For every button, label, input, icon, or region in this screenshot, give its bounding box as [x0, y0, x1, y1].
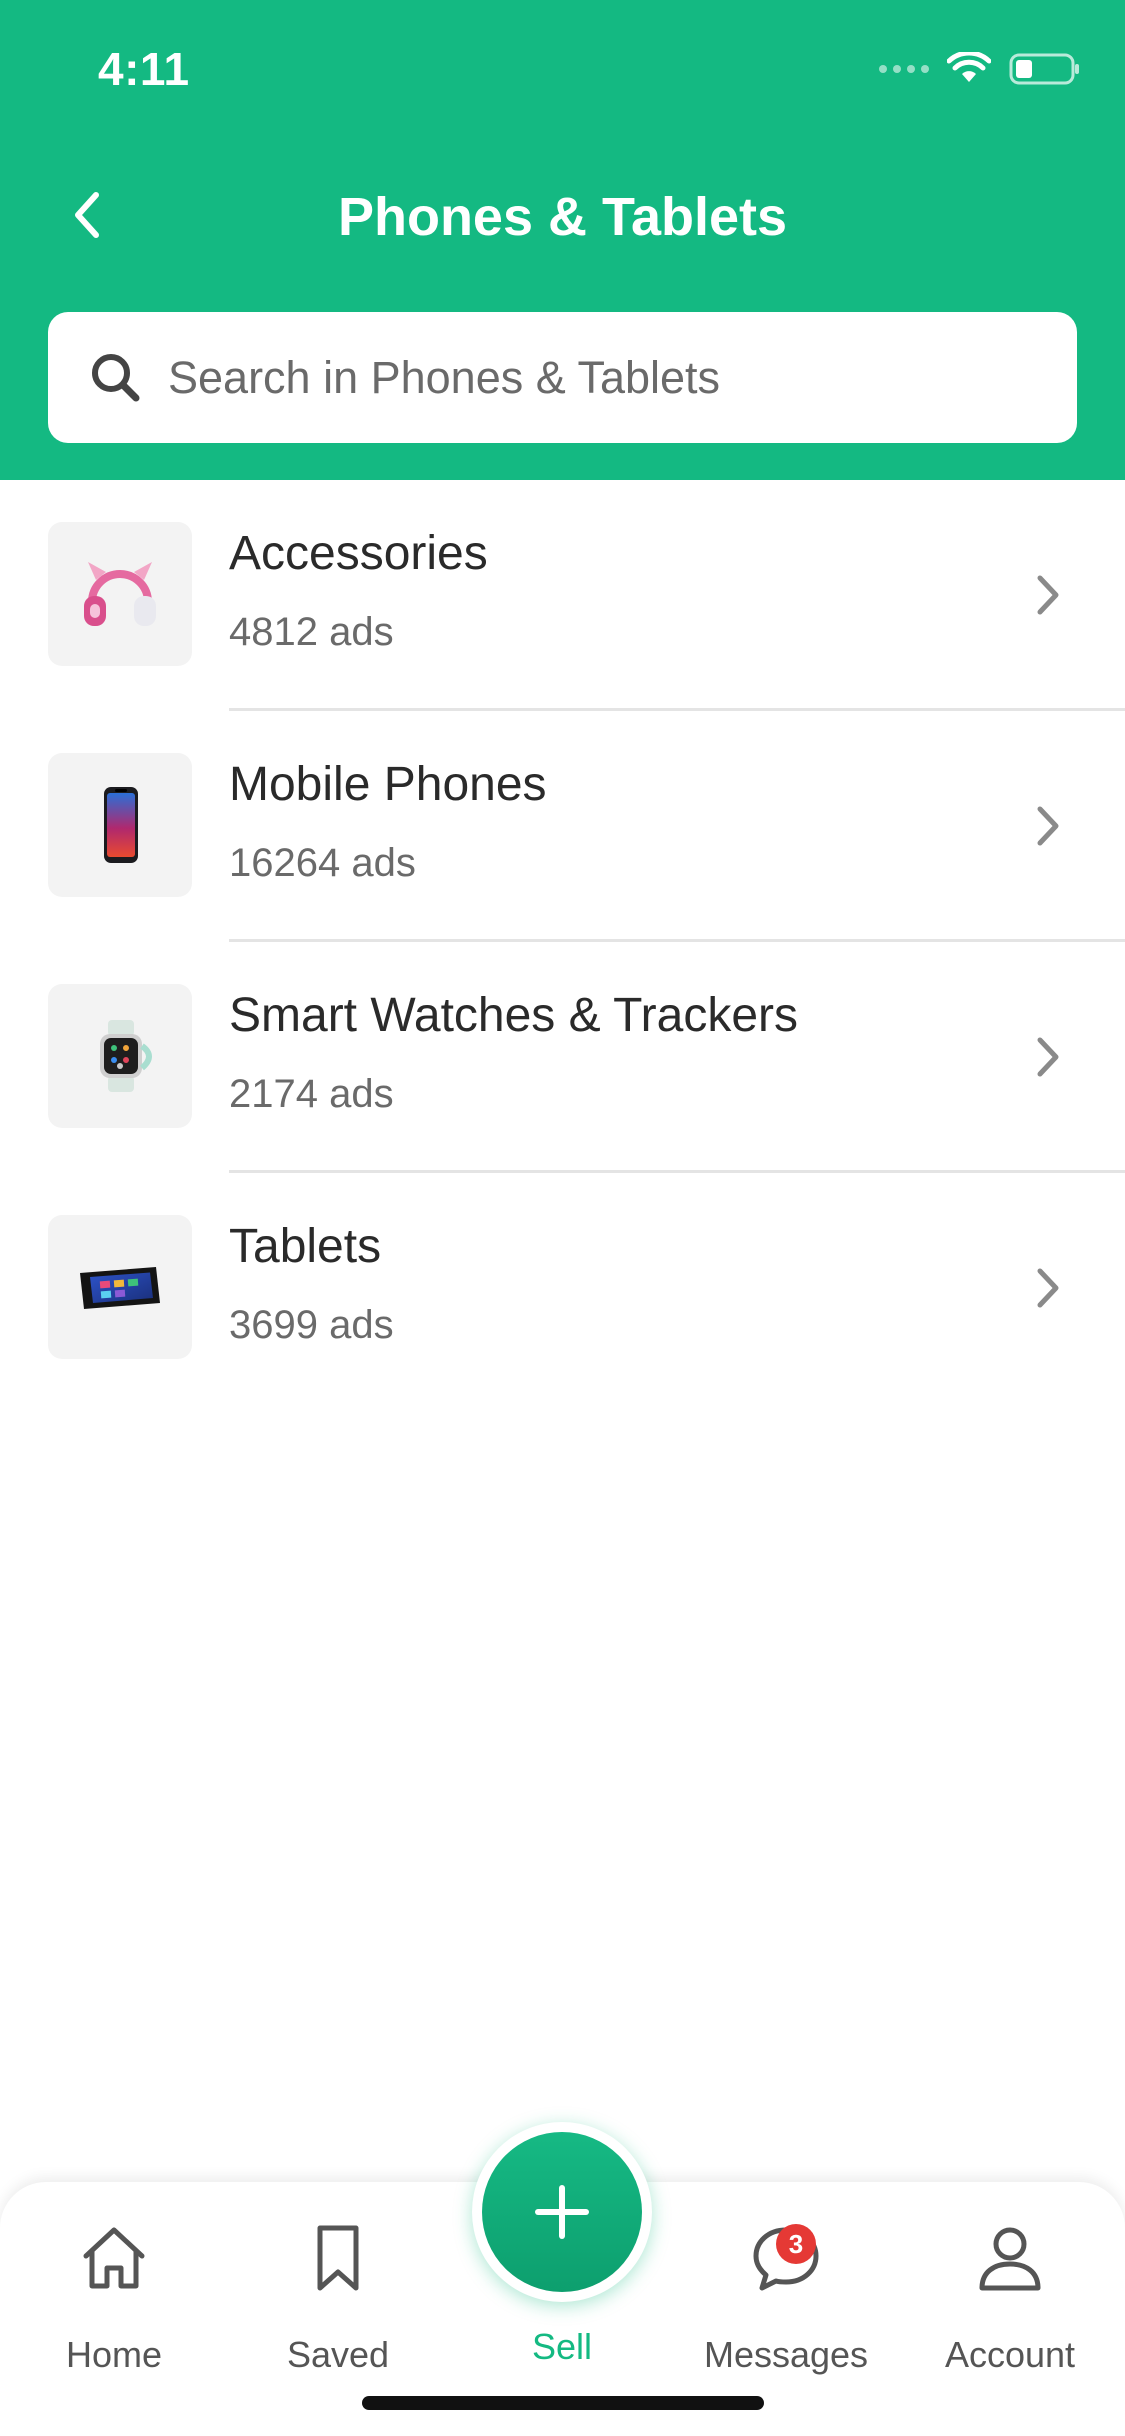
category-list: Accessories 4812 ads Mobile Phones 16264…	[0, 480, 1125, 1404]
nav-label: Saved	[286, 2334, 390, 2375]
page-title: Phones & Tablets	[337, 187, 788, 247]
nav-label: Messages	[703, 2334, 869, 2375]
cellular-signal-icon	[879, 65, 929, 73]
smartwatch-image	[48, 984, 192, 1128]
search-input[interactable]	[168, 312, 1048, 443]
nav-home[interactable]: Home	[2, 2182, 226, 2436]
screen: 4:11 Phones & Tablets Search in Phones &…	[0, 0, 1125, 2436]
sell-button-inner	[482, 2132, 642, 2292]
header: 4:11 Phones & Tablets	[0, 0, 1125, 480]
sell-button[interactable]	[472, 2122, 652, 2302]
category-row-smart-watches[interactable]: Smart Watches & Trackers 2174 ads	[0, 942, 1125, 1173]
chevron-right-icon	[1037, 806, 1059, 846]
category-name: Accessories	[229, 527, 488, 580]
plus-icon	[535, 2185, 589, 2239]
category-name: Mobile Phones	[229, 758, 547, 811]
category-ad-count: 2174 ads	[229, 1072, 394, 1116]
headphones-image	[48, 522, 192, 666]
chevron-right-icon	[1037, 1268, 1059, 1308]
category-ad-count: 4812 ads	[229, 610, 394, 654]
nav-label: Home	[65, 2334, 163, 2375]
category-row-mobile-phones[interactable]: Mobile Phones 16264 ads	[0, 711, 1125, 942]
category-row-accessories[interactable]: Accessories 4812 ads	[0, 480, 1125, 711]
nav-account[interactable]: Account	[898, 2182, 1122, 2436]
category-ad-count: 3699 ads	[229, 1303, 394, 1347]
nav-label: Account	[944, 2334, 1076, 2375]
status-time: 4:11	[98, 43, 190, 95]
user-icon	[979, 2227, 1041, 2291]
search-bar[interactable]	[48, 312, 1077, 443]
unread-badge: 3	[776, 2224, 816, 2264]
home-icon	[83, 2227, 145, 2289]
tablet-image	[48, 1215, 192, 1359]
home-indicator	[362, 2396, 764, 2410]
status-indicators	[879, 52, 1081, 86]
category-row-tablets[interactable]: Tablets 3699 ads	[0, 1173, 1125, 1404]
nav-label: Sell	[531, 2326, 593, 2367]
chevron-right-icon	[1037, 575, 1059, 615]
bookmark-icon	[317, 2225, 359, 2291]
smartphone-image	[48, 753, 192, 897]
category-ad-count: 16264 ads	[229, 841, 416, 885]
category-name: Tablets	[229, 1220, 382, 1273]
search-icon	[92, 354, 140, 402]
category-name: Smart Watches & Trackers	[229, 989, 799, 1042]
battery-icon	[1009, 53, 1079, 85]
chevron-right-icon	[1037, 1037, 1059, 1077]
wifi-icon	[947, 52, 991, 82]
